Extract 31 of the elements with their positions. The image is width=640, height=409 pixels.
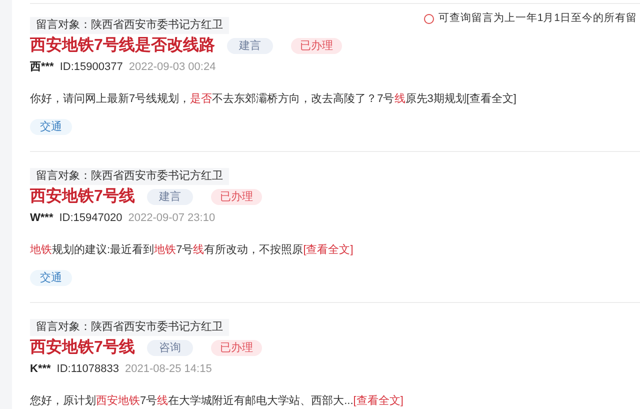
message-snippet: 地铁规划的建议:最近看到地铁7号线有所改动，不按照原 [30,242,304,258]
message-title[interactable]: 西安地铁7号线 [30,338,135,358]
read-more-link[interactable]: [查看全文] [303,242,354,258]
read-more-link[interactable]: [查看全文] [466,90,516,107]
message-date: 2021-08-25 14:15 [124,362,212,377]
message-id: ID:11078833 [56,362,119,377]
recipient-label: 留言对象：陕西省西安市委书记方红卫 [30,319,229,336]
author-name: W*** [30,211,54,226]
type-badge: 咨询 [146,340,193,356]
message-snippet: 你好，请问网上最新7号线规划，是否不去东郊灞桥方向，改去高陵了？7号线原先3期规划 [30,92,466,106]
message-date: 2022-09-07 23:10 [128,211,216,226]
author-name: 西*** [30,60,54,75]
recipient-label: 留言对象：陕西省西安市委书记方红卫 [30,168,229,185]
type-badge: 建言 [226,38,273,54]
message-id: ID:15947020 [59,211,122,226]
message-title[interactable]: 西安地铁7号线 [30,187,135,207]
author-name: K*** [30,362,51,377]
notice-text: 可查询留言为上一年1月1日至今的所有留 [438,10,637,26]
read-more-link[interactable]: [查看全文] [353,392,404,409]
message-snippet: 您好，原计划西安地铁7号线在大学城附近有邮电大学站、西部大... [30,394,354,408]
info-icon [424,14,434,24]
status-badge: 已办理 [210,340,262,356]
status-badge: 已办理 [210,189,262,205]
recipient-label: 留言对象：陕西省西安市委书记方红卫 [30,17,229,34]
status-badge: 已办理 [290,38,342,54]
type-badge: 建言 [146,189,193,205]
message-id: ID:15900377 [60,60,123,75]
message-title[interactable]: 西安地铁7号线是否改线路 [30,36,215,56]
topic-tag[interactable]: 交通 [30,270,72,286]
topic-tag[interactable]: 交通 [30,119,72,135]
message-date: 2022-09-03 00:24 [128,60,216,75]
